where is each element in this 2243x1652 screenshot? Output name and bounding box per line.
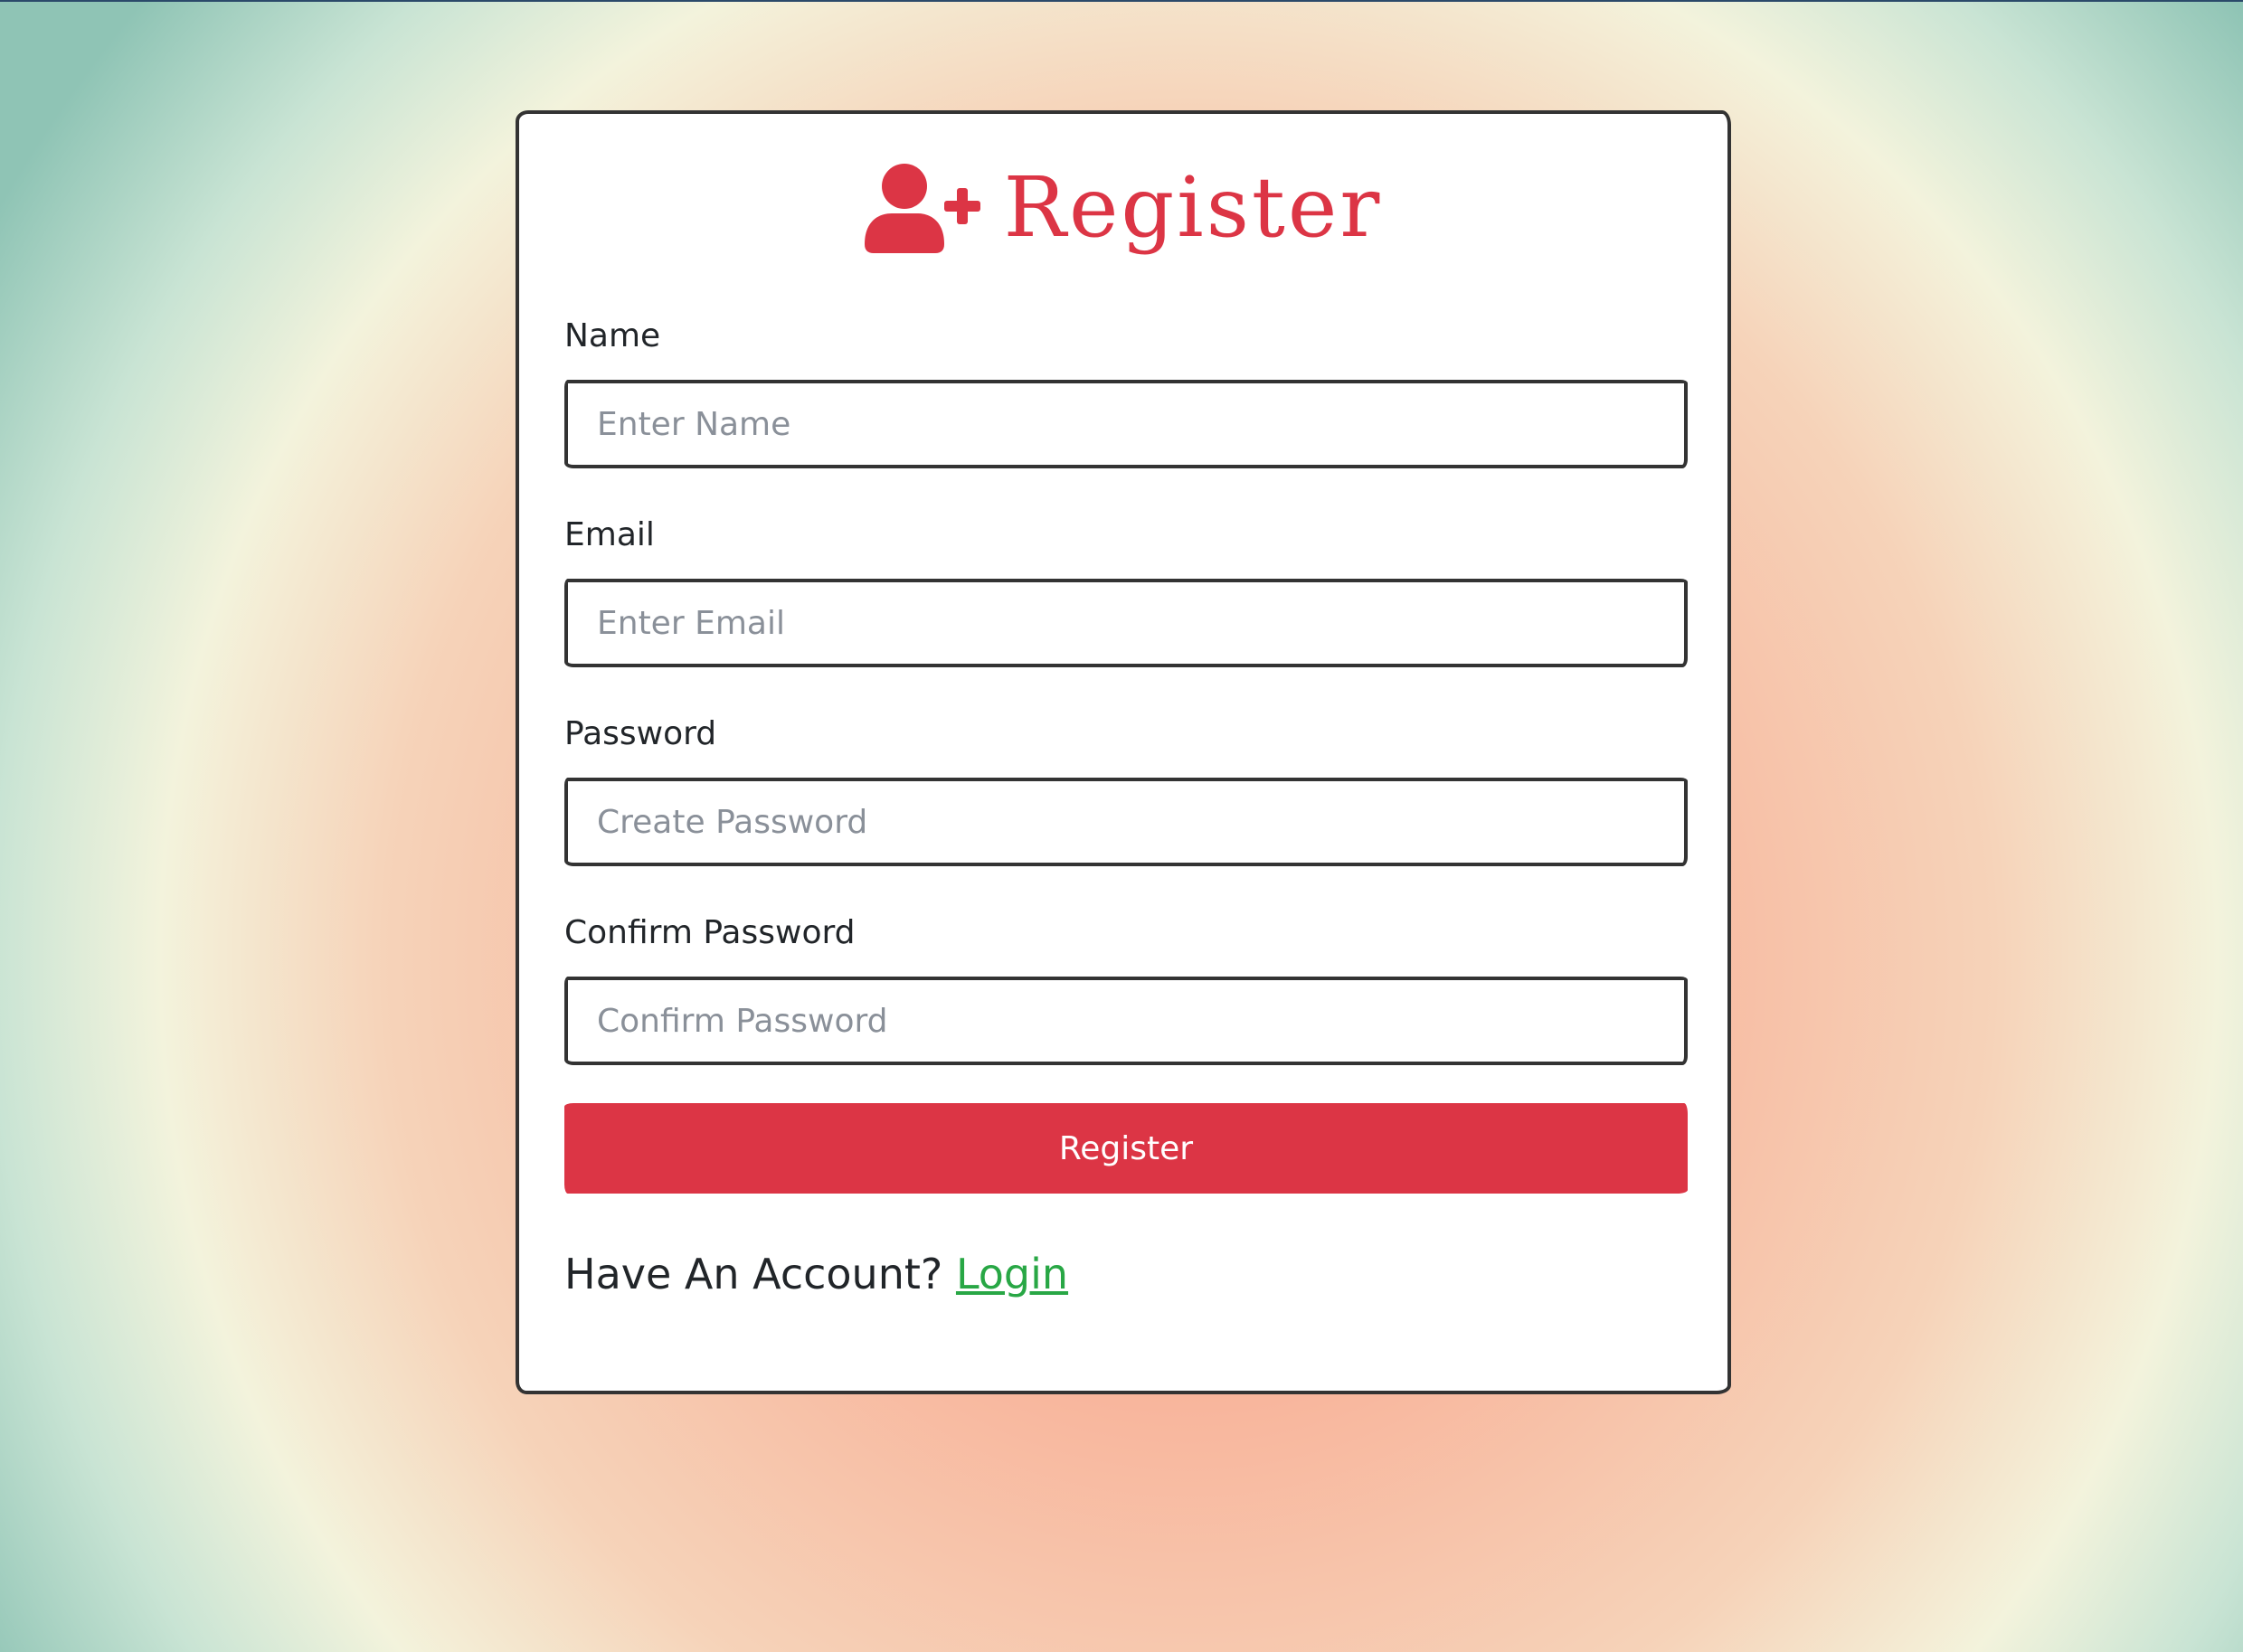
page-title: Register bbox=[519, 161, 1727, 255]
user-plus-icon bbox=[864, 164, 980, 253]
confirm-password-input[interactable] bbox=[568, 980, 1684, 1062]
login-link[interactable]: Login bbox=[956, 1250, 1068, 1298]
password-label: Password bbox=[564, 715, 717, 752]
login-prompt: Have An Account? Login bbox=[564, 1253, 1068, 1295]
confirm-password-label: Confirm Password bbox=[564, 914, 856, 951]
password-field-frame bbox=[564, 778, 1688, 866]
name-input[interactable] bbox=[568, 383, 1684, 465]
email-label: Email bbox=[564, 516, 655, 553]
name-label: Name bbox=[564, 317, 661, 354]
confirm-password-field-frame bbox=[564, 977, 1688, 1065]
register-card: Register Name Email Password Confirm Pas… bbox=[516, 110, 1731, 1394]
email-field-frame bbox=[564, 579, 1688, 667]
login-prompt-text: Have An Account? bbox=[564, 1250, 943, 1298]
password-input[interactable] bbox=[568, 781, 1684, 863]
name-field-frame bbox=[564, 380, 1688, 468]
register-button[interactable]: Register bbox=[564, 1103, 1688, 1194]
title-text: Register bbox=[1003, 159, 1383, 256]
top-border-line bbox=[0, 0, 2243, 2]
email-input[interactable] bbox=[568, 582, 1684, 664]
